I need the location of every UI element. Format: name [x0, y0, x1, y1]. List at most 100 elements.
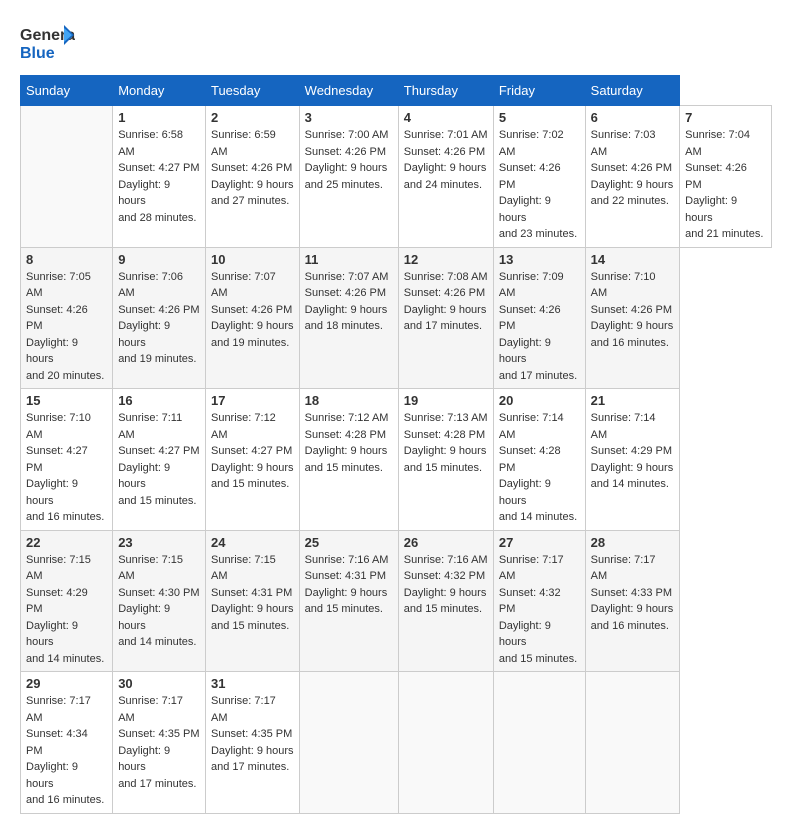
calendar-day-cell: 16 Sunrise: 7:11 AM Sunset: 4:27 PM Dayli… — [113, 389, 206, 531]
calendar-day-cell: 19Sunrise: 7:13 AM Sunset: 4:28 PM Dayli… — [398, 389, 493, 531]
calendar-day-cell: 7 Sunrise: 7:04 AM Sunset: 4:26 PM Daylig… — [680, 106, 772, 248]
day-number: 28 — [591, 535, 674, 550]
calendar-week-row: 1 Sunrise: 6:58 AM Sunset: 4:27 PM Daylig… — [21, 106, 772, 248]
calendar-day-cell: 10 Sunrise: 7:07 AM Sunset: 4:26 PM Dayli… — [205, 247, 299, 389]
logo: General Blue — [20, 20, 75, 65]
day-info: Sunrise: 7:07 AM Sunset: 4:26 PM Dayligh… — [211, 269, 294, 352]
day-number: 10 — [211, 252, 294, 267]
day-number: 16 — [118, 393, 200, 408]
day-info: Sunrise: 7:09 AM Sunset: 4:26 PM Dayligh… — [499, 269, 580, 385]
calendar-table: SundayMondayTuesdayWednesdayThursdayFrid… — [20, 75, 772, 814]
day-info: Sunrise: 7:14 AM Sunset: 4:28 PM Dayligh… — [499, 410, 580, 526]
calendar-day-cell: 17 Sunrise: 7:12 AM Sunset: 4:27 PM Dayli… — [205, 389, 299, 531]
day-info: Sunrise: 7:10 AM Sunset: 4:27 PM Dayligh… — [26, 410, 107, 526]
day-number: 24 — [211, 535, 294, 550]
calendar-header-row: SundayMondayTuesdayWednesdayThursdayFrid… — [21, 76, 772, 106]
day-info: Sunrise: 7:17 AM Sunset: 4:32 PM Dayligh… — [499, 552, 580, 668]
calendar-day-cell: 12 Sunrise: 7:08 AM Sunset: 4:26 PM Dayli… — [398, 247, 493, 389]
calendar-day-cell: 8 Sunrise: 7:05 AM Sunset: 4:26 PM Daylig… — [21, 247, 113, 389]
day-number: 27 — [499, 535, 580, 550]
day-info: Sunrise: 6:59 AM Sunset: 4:26 PM Dayligh… — [211, 127, 294, 210]
day-number: 14 — [591, 252, 674, 267]
day-info: Sunrise: 7:10 AM Sunset: 4:26 PM Dayligh… — [591, 269, 674, 352]
day-of-week-header: Tuesday — [205, 76, 299, 106]
day-number: 1 — [118, 110, 200, 125]
day-info: Sunrise: 7:17 AM Sunset: 4:35 PM Dayligh… — [118, 693, 200, 792]
day-info: Sunrise: 7:15 AM Sunset: 4:29 PM Dayligh… — [26, 552, 107, 668]
calendar-day-cell — [398, 672, 493, 814]
day-info: Sunrise: 6:58 AM Sunset: 4:27 PM Dayligh… — [118, 127, 200, 226]
calendar-week-row: 22 Sunrise: 7:15 AM Sunset: 4:29 PM Dayli… — [21, 530, 772, 672]
day-number: 13 — [499, 252, 580, 267]
day-info: Sunrise: 7:16 AM Sunset: 4:32 PM Dayligh… — [404, 552, 488, 618]
day-info: Sunrise: 7:03 AM Sunset: 4:26 PM Dayligh… — [591, 127, 674, 210]
calendar-day-cell: 29 Sunrise: 7:17 AM Sunset: 4:34 PM Dayli… — [21, 672, 113, 814]
day-info: Sunrise: 7:04 AM Sunset: 4:26 PM Dayligh… — [685, 127, 766, 243]
day-number: 5 — [499, 110, 580, 125]
calendar-day-cell: 28Sunrise: 7:17 AM Sunset: 4:33 PM Dayli… — [585, 530, 679, 672]
day-info: Sunrise: 7:12 AM Sunset: 4:27 PM Dayligh… — [211, 410, 294, 493]
calendar-day-cell: 26 Sunrise: 7:16 AM Sunset: 4:32 PM Dayli… — [398, 530, 493, 672]
day-number: 22 — [26, 535, 107, 550]
calendar-day-cell: 15Sunrise: 7:10 AM Sunset: 4:27 PM Dayli… — [21, 389, 113, 531]
day-info: Sunrise: 7:05 AM Sunset: 4:26 PM Dayligh… — [26, 269, 107, 385]
day-info: Sunrise: 7:15 AM Sunset: 4:31 PM Dayligh… — [211, 552, 294, 635]
calendar-day-cell: 9 Sunrise: 7:06 AM Sunset: 4:26 PM Daylig… — [113, 247, 206, 389]
calendar-day-cell: 3Sunrise: 7:00 AM Sunset: 4:26 PM Daylig… — [299, 106, 398, 248]
calendar-day-cell: 18 Sunrise: 7:12 AM Sunset: 4:28 PM Dayli… — [299, 389, 398, 531]
day-number: 7 — [685, 110, 766, 125]
day-info: Sunrise: 7:02 AM Sunset: 4:26 PM Dayligh… — [499, 127, 580, 243]
day-number: 26 — [404, 535, 488, 550]
day-of-week-header: Thursday — [398, 76, 493, 106]
day-number: 11 — [305, 252, 393, 267]
day-number: 12 — [404, 252, 488, 267]
day-number: 9 — [118, 252, 200, 267]
day-number: 25 — [305, 535, 393, 550]
calendar-day-cell: 13 Sunrise: 7:09 AM Sunset: 4:26 PM Dayli… — [493, 247, 585, 389]
calendar-day-cell — [585, 672, 679, 814]
calendar-day-cell: 11 Sunrise: 7:07 AM Sunset: 4:26 PM Dayli… — [299, 247, 398, 389]
calendar-week-row: 15Sunrise: 7:10 AM Sunset: 4:27 PM Dayli… — [21, 389, 772, 531]
day-info: Sunrise: 7:17 AM Sunset: 4:34 PM Dayligh… — [26, 693, 107, 809]
day-info: Sunrise: 7:07 AM Sunset: 4:26 PM Dayligh… — [305, 269, 393, 335]
empty-cell — [21, 106, 113, 248]
logo-icon: General Blue — [20, 20, 75, 65]
day-number: 17 — [211, 393, 294, 408]
day-info: Sunrise: 7:16 AM Sunset: 4:31 PM Dayligh… — [305, 552, 393, 618]
day-number: 19 — [404, 393, 488, 408]
calendar-day-cell: 24 Sunrise: 7:15 AM Sunset: 4:31 PM Dayli… — [205, 530, 299, 672]
day-number: 3 — [305, 110, 393, 125]
day-info: Sunrise: 7:01 AM Sunset: 4:26 PM Dayligh… — [404, 127, 488, 193]
day-info: Sunrise: 7:06 AM Sunset: 4:26 PM Dayligh… — [118, 269, 200, 368]
day-info: Sunrise: 7:15 AM Sunset: 4:30 PM Dayligh… — [118, 552, 200, 651]
svg-text:Blue: Blue — [20, 45, 55, 62]
calendar-day-cell — [299, 672, 398, 814]
day-of-week-header: Sunday — [21, 76, 113, 106]
day-of-week-header: Friday — [493, 76, 585, 106]
day-info: Sunrise: 7:08 AM Sunset: 4:26 PM Dayligh… — [404, 269, 488, 335]
day-number: 29 — [26, 676, 107, 691]
day-number: 30 — [118, 676, 200, 691]
day-number: 4 — [404, 110, 488, 125]
calendar-day-cell: 14 Sunrise: 7:10 AM Sunset: 4:26 PM Dayli… — [585, 247, 679, 389]
calendar-day-cell: 20Sunrise: 7:14 AM Sunset: 4:28 PM Dayli… — [493, 389, 585, 531]
day-of-week-header: Wednesday — [299, 76, 398, 106]
calendar-day-cell: 4 Sunrise: 7:01 AM Sunset: 4:26 PM Daylig… — [398, 106, 493, 248]
calendar-day-cell — [493, 672, 585, 814]
day-info: Sunrise: 7:14 AM Sunset: 4:29 PM Dayligh… — [591, 410, 674, 493]
calendar-week-row: 8 Sunrise: 7:05 AM Sunset: 4:26 PM Daylig… — [21, 247, 772, 389]
day-info: Sunrise: 7:12 AM Sunset: 4:28 PM Dayligh… — [305, 410, 393, 476]
day-number: 23 — [118, 535, 200, 550]
calendar-day-cell: 25 Sunrise: 7:16 AM Sunset: 4:31 PM Dayli… — [299, 530, 398, 672]
day-number: 31 — [211, 676, 294, 691]
calendar-day-cell: 31Sunrise: 7:17 AM Sunset: 4:35 PM Dayli… — [205, 672, 299, 814]
day-number: 6 — [591, 110, 674, 125]
day-number: 18 — [305, 393, 393, 408]
day-of-week-header: Saturday — [585, 76, 679, 106]
day-number: 8 — [26, 252, 107, 267]
calendar-day-cell: 30 Sunrise: 7:17 AM Sunset: 4:35 PM Dayli… — [113, 672, 206, 814]
calendar-day-cell: 23 Sunrise: 7:15 AM Sunset: 4:30 PM Dayli… — [113, 530, 206, 672]
calendar-day-cell: 22 Sunrise: 7:15 AM Sunset: 4:29 PM Dayli… — [21, 530, 113, 672]
day-info: Sunrise: 7:11 AM Sunset: 4:27 PM Dayligh… — [118, 410, 200, 509]
day-number: 21 — [591, 393, 674, 408]
